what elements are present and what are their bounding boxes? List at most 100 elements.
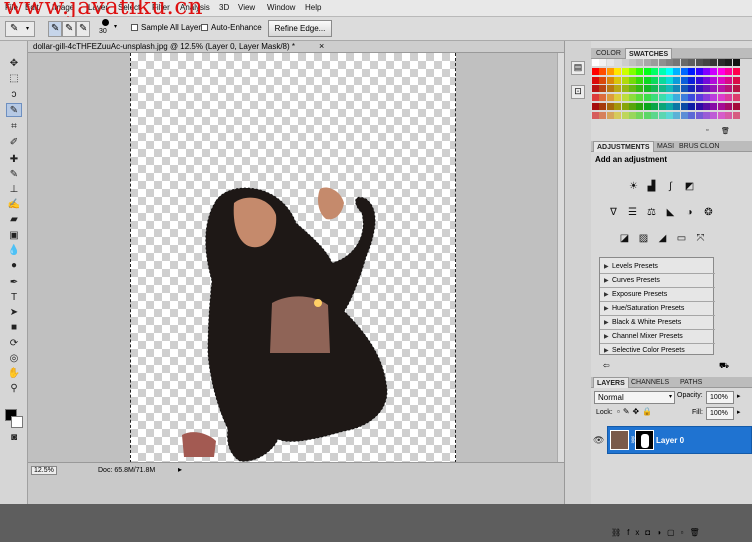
swatch-chip[interactable]	[695, 67, 703, 75]
swatch-chip[interactable]	[621, 76, 629, 84]
menu-view[interactable]: View	[238, 3, 255, 12]
swatch-chip[interactable]	[636, 76, 644, 84]
swatch-chip[interactable]	[614, 67, 622, 75]
menu-help[interactable]: Help	[305, 3, 321, 12]
path-selection-tool-icon[interactable]: ➤	[6, 306, 22, 320]
healing-brush-tool-icon[interactable]: ✚	[6, 153, 22, 167]
lasso-tool-icon[interactable]: ↄ	[6, 88, 22, 102]
swatch-chip[interactable]	[606, 111, 614, 119]
swatch-chip[interactable]	[725, 76, 733, 84]
layers-footer-buttons[interactable]: ⛓fx◘◑▢▫🗑	[611, 528, 752, 542]
subtract-from-selection-button[interactable]: ✎	[76, 21, 90, 37]
blur-tool-icon[interactable]: 💧	[6, 244, 22, 258]
swatch-chip[interactable]	[621, 94, 629, 102]
swatch-chip[interactable]	[592, 94, 599, 102]
swatch-chip[interactable]	[688, 111, 696, 119]
history-panel-icon[interactable]: ⊡	[571, 85, 585, 99]
swatch-chip[interactable]	[673, 103, 681, 110]
swatch-chip[interactable]	[636, 103, 644, 110]
swatch-chip[interactable]	[651, 85, 659, 93]
add-to-selection-button[interactable]: ✎	[62, 21, 76, 37]
swatch-chip[interactable]	[658, 94, 666, 102]
swatch-chip[interactable]	[688, 94, 696, 102]
swatch-chip[interactable]	[651, 94, 659, 102]
swatch-chip[interactable]	[599, 103, 607, 110]
swatch-chip[interactable]	[703, 76, 710, 84]
swatch-chip[interactable]	[732, 103, 740, 110]
swatch-chip[interactable]	[621, 67, 629, 75]
gradient-map-icon[interactable]: ▭	[674, 232, 689, 245]
swatch-chip[interactable]	[732, 85, 740, 93]
swatch-chip[interactable]	[629, 94, 636, 102]
swatch-chip[interactable]	[636, 67, 644, 75]
swatch-chip[interactable]	[703, 59, 710, 66]
swatch-chip[interactable]	[606, 67, 614, 75]
visibility-toggle-icon[interactable]: ⛟	[719, 361, 729, 371]
eyedropper-tool-icon[interactable]: ✐	[6, 136, 22, 150]
threshold-icon[interactable]: ◢	[655, 232, 670, 245]
tab-paths[interactable]: PATHS	[677, 377, 705, 388]
swatch-chip[interactable]	[651, 111, 659, 119]
swatch-chip[interactable]	[643, 103, 651, 110]
swatch-chip[interactable]	[606, 85, 614, 93]
swatch-chip[interactable]	[666, 94, 673, 102]
swatch-chip[interactable]	[725, 59, 733, 66]
background-color-swatch[interactable]	[11, 416, 23, 428]
swatch-chip[interactable]	[717, 85, 725, 93]
blend-mode-select[interactable]: Normal ▾	[594, 391, 675, 404]
swatch-chip[interactable]	[710, 94, 718, 102]
swatches-grid[interactable]	[592, 59, 740, 121]
swatch-chip[interactable]	[717, 76, 725, 84]
swatch-chip[interactable]	[703, 94, 710, 102]
hue-saturation-icon[interactable]: ☰	[625, 206, 640, 219]
swatch-chip[interactable]	[680, 67, 688, 75]
opacity-input[interactable]: 100%	[706, 391, 734, 404]
swatch-chip[interactable]	[688, 76, 696, 84]
vertical-scrollbar[interactable]	[557, 53, 564, 462]
swatch-chip[interactable]	[717, 67, 725, 75]
color-balance-icon[interactable]: ⚖	[644, 206, 659, 219]
swatch-chip[interactable]	[695, 111, 703, 119]
swatch-chip[interactable]	[651, 76, 659, 84]
swatch-chip[interactable]	[695, 103, 703, 110]
swatch-chip[interactable]	[725, 94, 733, 102]
swatch-chip[interactable]	[599, 85, 607, 93]
swatch-chip[interactable]	[592, 67, 599, 75]
swatch-chip[interactable]	[629, 85, 636, 93]
swatch-chip[interactable]	[636, 85, 644, 93]
marquee-tool-icon[interactable]: ⬚	[6, 72, 22, 86]
selective-color-icon[interactable]: ⤧	[693, 232, 708, 245]
swatch-chip[interactable]	[725, 111, 733, 119]
tab-layers[interactable]: LAYERS	[593, 377, 629, 388]
swatch-chip[interactable]	[732, 94, 740, 102]
swatch-chip[interactable]	[666, 85, 673, 93]
swatch-chip[interactable]	[725, 85, 733, 93]
swatch-chip[interactable]	[621, 85, 629, 93]
swatch-chip[interactable]	[636, 94, 644, 102]
swatch-chip[interactable]	[658, 111, 666, 119]
tab-masks[interactable]: MASI	[654, 141, 677, 152]
swatch-chip[interactable]	[703, 111, 710, 119]
swatch-chip[interactable]	[666, 76, 673, 84]
layer-name[interactable]: Layer 0	[656, 436, 684, 445]
clone-stamp-tool-icon[interactable]: ⊥	[6, 183, 22, 197]
swatch-chip[interactable]	[703, 103, 710, 110]
layer-thumbnail[interactable]	[610, 430, 629, 450]
preset-curves[interactable]: ▶ Curves Presets	[600, 274, 715, 288]
chevron-right-icon[interactable]: ▸	[737, 408, 741, 416]
swatch-chip[interactable]	[695, 85, 703, 93]
shape-tool-icon[interactable]: ■	[6, 321, 22, 335]
swatch-chip[interactable]	[606, 76, 614, 84]
layer-row[interactable]: ⛓ Layer 0	[607, 426, 752, 454]
auto-enhance-checkbox[interactable]	[201, 24, 208, 31]
invert-icon[interactable]: ◪	[617, 232, 632, 245]
swatch-chip[interactable]	[599, 94, 607, 102]
swatch-chip[interactable]	[614, 76, 622, 84]
swatch-chip[interactable]	[658, 67, 666, 75]
swatch-chip[interactable]	[688, 85, 696, 93]
swatch-chip[interactable]	[666, 67, 673, 75]
swatch-chip[interactable]	[592, 103, 599, 110]
zoom-level[interactable]: 12.5%	[31, 466, 57, 475]
swatch-chip[interactable]	[717, 59, 725, 66]
swatch-chip[interactable]	[599, 59, 607, 66]
